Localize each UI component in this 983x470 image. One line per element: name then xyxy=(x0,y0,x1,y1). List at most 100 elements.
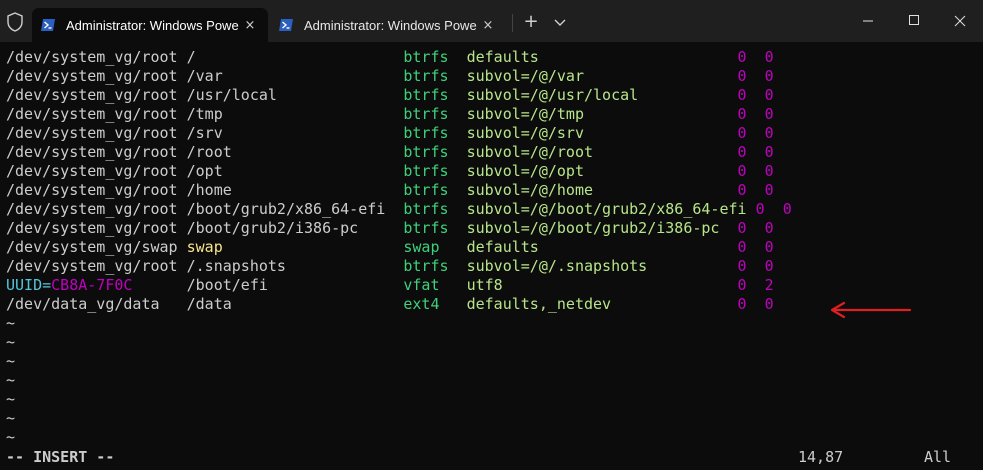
tab-powershell-2[interactable]: Administrator: Windows Powe × xyxy=(270,8,506,42)
fstab-device: /dev/system_vg/root xyxy=(6,162,178,180)
fstab-mount: /.snapshots xyxy=(186,257,286,275)
fstab-line[interactable]: /dev/system_vg/root /tmp btrfs subvol=/@… xyxy=(6,105,774,124)
fstab-options: subvol=/@/.snapshots xyxy=(466,257,648,275)
fstab-pass: 0 xyxy=(764,295,774,313)
fstab-pass: 0 xyxy=(764,162,774,180)
fstab-dump: 0 xyxy=(737,124,747,142)
tab-close-icon[interactable]: × xyxy=(242,17,258,33)
fstab-mount: /tmp xyxy=(186,105,223,123)
fstab-options: subvol=/@/opt xyxy=(466,162,584,180)
fstab-options: subvol=/@/home xyxy=(466,181,594,199)
fstab-dump: 0 xyxy=(737,257,747,275)
empty-line-tilde: ~ xyxy=(6,428,16,446)
fstab-pass: 0 xyxy=(764,67,774,85)
fstab-mount: /var xyxy=(186,67,223,85)
fstab-line[interactable]: /dev/system_vg/root /.snapshots btrfs su… xyxy=(6,257,774,276)
fstab-dump: 0 xyxy=(737,219,747,237)
fstab-dump: 0 xyxy=(737,67,747,85)
fstab-mount: /srv xyxy=(186,124,223,142)
fstab-mount: /usr/local xyxy=(186,86,277,104)
fstab-device: /dev/system_vg/root xyxy=(6,143,178,161)
fstab-dump: 0 xyxy=(737,181,747,199)
fstab-pass: 0 xyxy=(764,86,774,104)
fstab-options: defaults,_netdev xyxy=(466,295,612,313)
fstab-fstype: btrfs xyxy=(403,67,449,85)
fstab-fstype: btrfs xyxy=(403,124,449,142)
fstab-fstype: btrfs xyxy=(403,162,449,180)
fstab-dump: 0 xyxy=(737,276,747,294)
fstab-device: /dev/system_vg/root xyxy=(6,257,178,275)
fstab-line[interactable]: /dev/system_vg/root /boot/grub2/x86_64-e… xyxy=(6,200,792,219)
minimize-icon[interactable] xyxy=(845,0,891,42)
tab-title: Administrator: Windows Powe xyxy=(66,17,239,33)
fstab-mount: /home xyxy=(186,181,232,199)
empty-line-tilde: ~ xyxy=(6,390,16,408)
fstab-line[interactable]: /dev/system_vg/root /srv btrfs subvol=/@… xyxy=(6,124,774,143)
fstab-options: subvol=/@/boot/grub2/i386-pc xyxy=(466,219,720,237)
fstab-options: subvol=/@/var xyxy=(466,67,584,85)
fstab-line[interactable]: /dev/system_vg/root /var btrfs subvol=/@… xyxy=(6,67,774,86)
fstab-device: /dev/system_vg/swap xyxy=(6,238,178,256)
fstab-mount: /boot/grub2/x86_64-efi xyxy=(186,200,386,218)
fstab-pass: 0 xyxy=(764,257,774,275)
fstab-device: /dev/system_vg/root xyxy=(6,181,178,199)
powershell-icon xyxy=(41,19,55,31)
fstab-options: utf8 xyxy=(466,276,503,294)
tab-powershell-1[interactable]: Administrator: Windows Powe × xyxy=(32,8,268,42)
fstab-line[interactable]: /dev/system_vg/root /boot/grub2/i386-pc … xyxy=(6,219,774,238)
maximize-icon[interactable] xyxy=(891,0,937,42)
fstab-mount: / xyxy=(186,48,196,66)
fstab-fstype: btrfs xyxy=(403,105,449,123)
fstab-line[interactable]: /dev/system_vg/root /usr/local btrfs sub… xyxy=(6,86,774,105)
fstab-pass: 0 xyxy=(764,105,774,123)
fstab-dump: 0 xyxy=(737,143,747,161)
fstab-pass: 0 xyxy=(764,219,774,237)
vim-mode-indicator: -- INSERT -- xyxy=(6,448,115,466)
fstab-options: defaults xyxy=(466,238,539,256)
chevron-down-icon[interactable] xyxy=(550,11,570,33)
fstab-device: /dev/system_vg/root xyxy=(6,200,178,218)
fstab-options: defaults xyxy=(466,48,539,66)
tab-separator xyxy=(512,14,513,32)
fstab-line[interactable]: /dev/data_vg/data /data ext4 defaults,_n… xyxy=(6,295,774,314)
shield-icon xyxy=(7,12,23,32)
tab-title: Administrator: Windows Powe xyxy=(304,17,477,33)
powershell-icon xyxy=(279,19,293,31)
scroll-indicator: All xyxy=(924,448,952,466)
new-tab-button[interactable]: + xyxy=(520,11,542,33)
fstab-fstype: btrfs xyxy=(403,200,449,218)
fstab-options: subvol=/@/usr/local xyxy=(466,86,639,104)
fstab-fstype: ext4 xyxy=(403,295,440,313)
fstab-line[interactable]: UUID=CB8A-7F0C /boot/efi vfat utf8 0 2 xyxy=(6,276,774,295)
fstab-device: /dev/system_vg/root xyxy=(6,124,178,142)
fstab-line[interactable]: /dev/system_vg/root /home btrfs subvol=/… xyxy=(6,181,774,200)
fstab-pass: 0 xyxy=(764,181,774,199)
fstab-pass: 0 xyxy=(764,143,774,161)
fstab-fstype: btrfs xyxy=(403,219,449,237)
close-icon[interactable] xyxy=(937,0,983,42)
fstab-pass: 0 xyxy=(764,238,774,256)
fstab-line[interactable]: /dev/system_vg/swap swap swap defaults 0… xyxy=(6,238,774,257)
fstab-dump: 0 xyxy=(737,48,747,66)
empty-line-tilde: ~ xyxy=(6,333,16,351)
fstab-fstype: vfat xyxy=(403,276,440,294)
fstab-pass: 0 xyxy=(764,124,774,142)
fstab-device: /dev/system_vg/root xyxy=(6,67,178,85)
tab-close-icon[interactable]: × xyxy=(480,17,496,33)
fstab-pass: 0 xyxy=(782,200,792,218)
fstab-line[interactable]: /dev/system_vg/root /opt btrfs subvol=/@… xyxy=(6,162,774,181)
fstab-mount: swap xyxy=(186,238,223,256)
title-bar: Administrator: Windows Powe × Administra… xyxy=(0,0,983,42)
fstab-device-key: UUID= xyxy=(6,276,52,294)
fstab-fstype: btrfs xyxy=(403,48,449,66)
fstab-mount: /data xyxy=(186,295,232,313)
empty-line-tilde: ~ xyxy=(6,352,16,370)
fstab-pass: 2 xyxy=(764,276,774,294)
fstab-fstype: btrfs xyxy=(403,257,449,275)
fstab-fstype: swap xyxy=(403,238,440,256)
fstab-device-value: CB8A-7F0C xyxy=(51,276,133,294)
fstab-line[interactable]: /dev/system_vg/root /root btrfs subvol=/… xyxy=(6,143,774,162)
fstab-line[interactable]: /dev/system_vg/root / btrfs defaults 0 0 xyxy=(6,48,774,67)
fstab-dump: 0 xyxy=(737,238,747,256)
fstab-fstype: btrfs xyxy=(403,86,449,104)
